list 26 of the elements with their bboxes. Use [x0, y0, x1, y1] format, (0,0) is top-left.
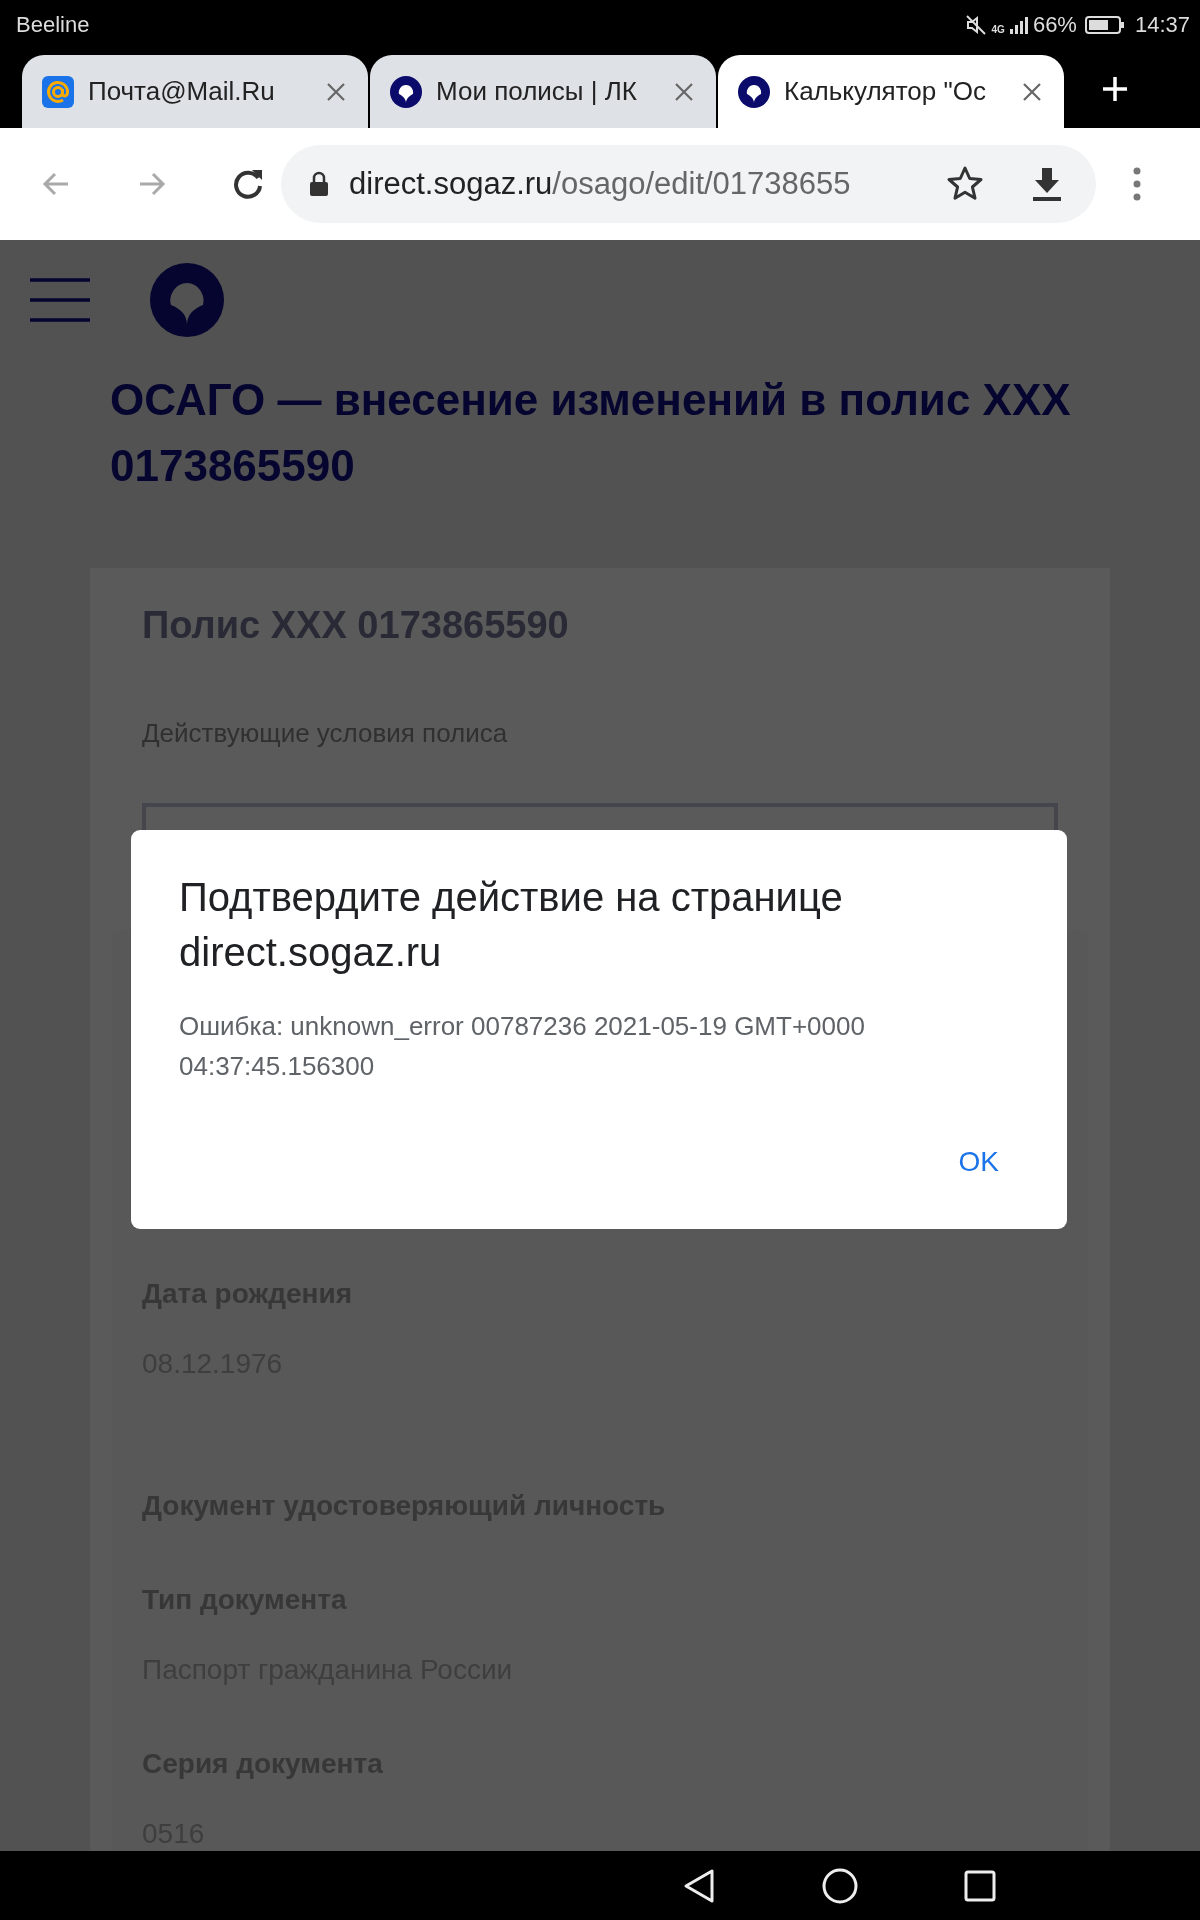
menu-icon[interactable]	[1132, 166, 1142, 202]
network-type: 4G	[991, 24, 1005, 35]
carrier-name: Beeline	[16, 12, 90, 38]
dialog-title: Подтвердите действие на странице direct.sogaz.ru	[179, 874, 844, 976]
at-sign-icon	[42, 75, 74, 108]
page-title: ОСАГО — внесение изменений в полис ХХХ 0173865590	[110, 374, 1072, 492]
menu-icon[interactable]	[30, 277, 90, 323]
lock-icon	[309, 171, 329, 197]
close-icon[interactable]	[326, 81, 346, 102]
battery-icon	[1084, 15, 1125, 35]
clock: 14:37	[1134, 12, 1190, 38]
logo-icon[interactable]	[150, 263, 224, 337]
browser-tab[interactable]: Почта@Mail.Ru	[22, 55, 368, 128]
close-icon[interactable]	[1022, 81, 1042, 102]
browser-tab[interactable]: Мои полисы | ЛК	[370, 55, 716, 128]
ok-button[interactable]: OK	[946, 1138, 1011, 1186]
new-tab-icon[interactable]	[1100, 74, 1130, 104]
battery-percent: 66%	[1032, 12, 1077, 38]
address-field[interactable]: direct.sogaz.ru/osago/edit/01738655	[281, 145, 1096, 223]
logo-icon	[390, 75, 422, 108]
signal-icon	[1008, 15, 1029, 35]
browser-tab[interactable]: Калькулятор "Ос	[718, 55, 1064, 128]
logo-icon	[738, 75, 770, 108]
close-icon[interactable]	[674, 81, 694, 102]
dialog-message: Ошибка: unknown_error 00787236 2021-05-19 GMT+0000 04:37:45.156300	[179, 1010, 866, 1083]
download-icon[interactable]	[1030, 166, 1064, 202]
